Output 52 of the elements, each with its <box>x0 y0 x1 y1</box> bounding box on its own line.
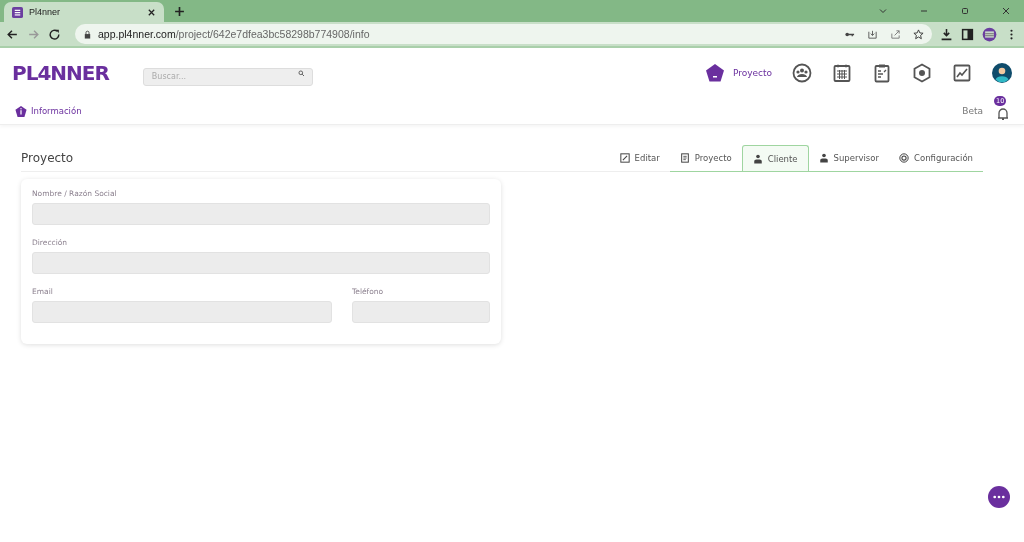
browser-tab[interactable]: Pl4nner <box>4 2 164 22</box>
tab[interactable]: Cliente <box>741 145 809 171</box>
close-icon[interactable] <box>1001 6 1011 16</box>
sidebar-icon[interactable] <box>961 27 974 41</box>
profile-icon[interactable] <box>982 26 997 42</box>
bell-icon[interactable] <box>997 108 1009 120</box>
document-icon <box>679 153 690 163</box>
lock-icon <box>83 29 92 39</box>
more-button[interactable] <box>988 486 1010 508</box>
nav-item[interactable] <box>792 63 812 83</box>
line-chart-icon <box>952 63 972 83</box>
more-icon <box>993 495 1005 499</box>
app-logo[interactable]: PL4NNER <box>12 61 109 85</box>
address-bar[interactable]: app.pl4nner.com/project/642e7dfea3bc58298b774908/info <box>75 24 932 44</box>
url-path: /project/642e7dfea3bc58298b774908/info <box>175 28 370 40</box>
avatar-icon[interactable] <box>992 63 1012 83</box>
share-icon[interactable] <box>890 28 901 40</box>
nav-item[interactable] <box>912 63 932 83</box>
search-icon[interactable] <box>297 70 305 77</box>
tab[interactable]: Proyecto <box>669 145 742 171</box>
person-icon <box>752 153 763 164</box>
nav-item[interactable] <box>872 63 892 83</box>
search-field[interactable]: Buscar... <box>142 67 313 86</box>
pentagon-icon <box>704 63 725 83</box>
star-icon[interactable] <box>913 28 924 40</box>
edit-icon <box>619 153 630 163</box>
close-icon[interactable] <box>147 7 156 17</box>
back-icon[interactable] <box>6 27 19 41</box>
section-link[interactable]: Información <box>31 106 82 116</box>
group-icon <box>792 63 812 83</box>
tab-title: Pl4nner <box>29 7 62 17</box>
nav-item[interactable] <box>832 63 852 83</box>
nav-item[interactable] <box>952 63 972 83</box>
tab[interactable]: Supervisor <box>808 145 889 171</box>
restore-icon[interactable] <box>960 6 970 16</box>
nav-item[interactable]: Proyecto <box>704 63 772 83</box>
url-host: app.pl4nner.com <box>98 28 176 40</box>
info-icon <box>15 104 27 118</box>
edit-button[interactable]: Editar <box>609 145 670 171</box>
download-icon[interactable] <box>940 27 953 41</box>
settings-icon <box>899 153 909 163</box>
new-tab-icon[interactable] <box>174 6 185 17</box>
app-favicon-icon <box>12 6 23 18</box>
hexagon-icon <box>912 63 932 83</box>
person-icon <box>818 153 829 163</box>
install-icon[interactable] <box>867 28 878 40</box>
tab[interactable]: Configuración <box>889 145 983 171</box>
calendar-icon <box>832 63 852 83</box>
reload-icon[interactable] <box>48 27 61 41</box>
beta-label: Beta <box>962 106 983 116</box>
page-title: Proyecto <box>21 151 74 165</box>
clipboard-icon <box>872 63 892 83</box>
